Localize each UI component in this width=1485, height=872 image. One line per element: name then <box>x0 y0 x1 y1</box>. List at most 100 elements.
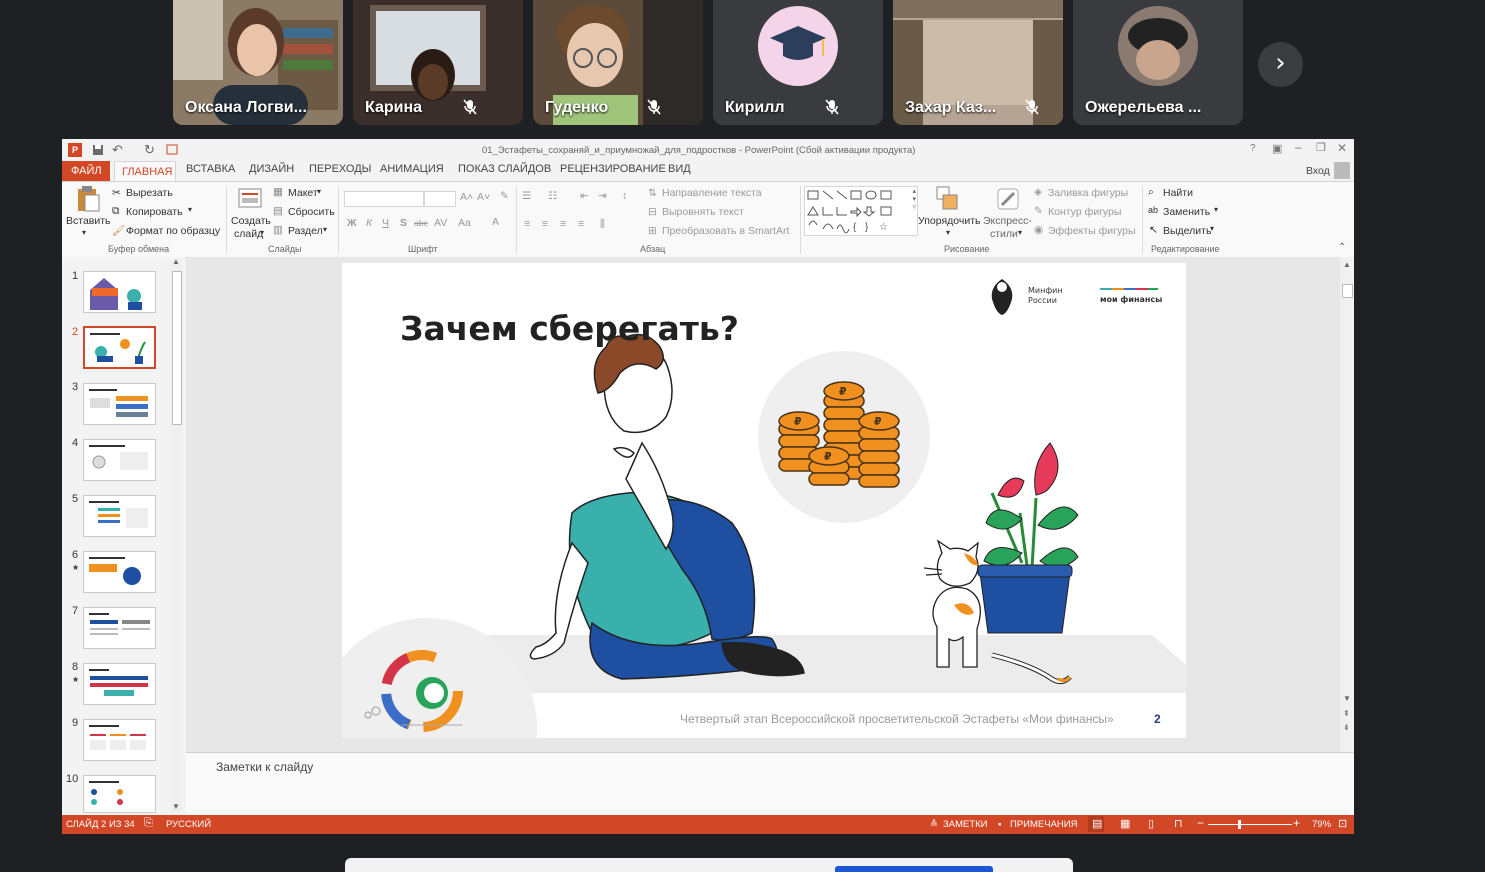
new-slide-button[interactable]: Создать <box>231 215 271 227</box>
section-icon[interactable]: ▥ <box>273 224 283 236</box>
shape-fill-button[interactable]: Заливка фигуры <box>1048 187 1128 199</box>
grow-font-icon[interactable]: A˄ <box>460 191 473 203</box>
next-slide-icon[interactable]: ⇟ <box>1343 723 1350 732</box>
next-participants-button[interactable]: › <box>1258 42 1303 87</box>
find-button[interactable]: Найти <box>1163 187 1193 199</box>
select-icon[interactable]: ↖ <box>1149 224 1158 236</box>
slide-thumbnail-selected[interactable] <box>83 326 156 369</box>
tab-slideshow[interactable]: ПОКАЗ СЛАЙДОВ <box>458 163 551 175</box>
line-spacing-icon[interactable]: ↕ <box>622 190 627 202</box>
slide-sorter-view-icon[interactable]: ▦ <box>1120 817 1130 830</box>
slide-thumbnail[interactable] <box>83 551 156 593</box>
paste-button[interactable]: Вставить <box>66 215 111 227</box>
bullets-icon[interactable]: ☰ <box>522 190 531 202</box>
spellcheck-icon[interactable]: ⎘ <box>144 817 153 830</box>
slide-thumbnail[interactable] <box>83 439 156 481</box>
increase-indent-icon[interactable]: ⇥ <box>598 190 607 202</box>
align-center-icon[interactable]: ≡ <box>542 218 548 230</box>
shape-fill-icon[interactable]: ◈ <box>1034 186 1042 198</box>
slide-thumbnail[interactable] <box>83 607 156 649</box>
select-dropdown-icon[interactable]: ▾ <box>1210 224 1214 233</box>
tab-animation[interactable]: АНИМАЦИЯ <box>380 163 444 175</box>
tab-transitions[interactable]: ПЕРЕХОДЫ <box>309 163 371 175</box>
section-dropdown-icon[interactable]: ▾ <box>323 225 327 234</box>
shape-outline-button[interactable]: Контур фигуры <box>1048 206 1121 218</box>
gallery-scroll-icon[interactable]: ▴ ▾ ▿ <box>912 187 916 211</box>
zoom-in-icon[interactable]: + <box>1293 816 1300 830</box>
clear-format-icon[interactable]: ✎ <box>500 190 509 202</box>
quick-styles-icon[interactable] <box>994 185 1022 213</box>
save-icon[interactable] <box>92 144 104 156</box>
slide-thumbnail[interactable] <box>83 271 156 313</box>
replace-icon[interactable]: ab <box>1148 205 1158 215</box>
text-direction-button[interactable]: Направление текста <box>662 187 762 199</box>
tab-review[interactable]: РЕЦЕНЗИРОВАНИЕ <box>560 163 666 175</box>
bold-button[interactable]: Ж <box>347 217 357 229</box>
shape-effects-icon[interactable]: ◉ <box>1034 224 1043 236</box>
cut-icon[interactable]: ✂ <box>112 187 121 199</box>
quick-styles-button-line2[interactable]: стили <box>990 228 1018 240</box>
text-direction-icon[interactable]: ⇅ <box>648 187 657 199</box>
comments-toggle-button[interactable]: ПРИМЕЧАНИЯ <box>1010 819 1077 830</box>
select-button[interactable]: Выделить <box>1163 225 1211 237</box>
underline-button[interactable]: Ч <box>382 217 389 229</box>
shadow-button[interactable]: S <box>400 217 407 229</box>
comments-toggle-icon[interactable]: ▪ <box>998 819 1001 830</box>
shapes-gallery[interactable]: {} ☆ ▴ ▾ ▿ <box>804 186 918 236</box>
format-painter-button[interactable]: Формат по образцу <box>126 225 220 237</box>
toolbar-active-indicator[interactable] <box>835 866 993 872</box>
participant-tile[interactable]: Карина <box>353 0 523 125</box>
slideshow-start-icon[interactable] <box>166 144 178 156</box>
paste-dropdown-icon[interactable]: ▾ <box>82 228 86 237</box>
slide-thumbnail[interactable] <box>83 719 156 761</box>
notes-toggle-button[interactable]: ЗАМЕТКИ <box>943 819 988 830</box>
quick-styles-button[interactable]: Экспресс- <box>983 215 1032 227</box>
new-slide-icon[interactable] <box>236 186 264 212</box>
scroll-up-icon[interactable]: ▲ <box>172 257 180 266</box>
font-color-button[interactable]: A <box>492 216 499 228</box>
justify-icon[interactable]: ≡ <box>578 218 584 230</box>
participant-tile[interactable]: Захар Каз... <box>893 0 1063 125</box>
help-icon[interactable]: ? <box>1250 143 1256 154</box>
arrange-icon[interactable] <box>935 185 961 213</box>
reset-icon[interactable]: ▤ <box>273 205 283 217</box>
close-icon[interactable]: ✕ <box>1337 141 1347 155</box>
scroll-down-icon[interactable]: ▼ <box>1343 694 1351 703</box>
layout-icon[interactable]: ▦ <box>273 186 283 198</box>
shape-effects-button[interactable]: Эффекты фигуры <box>1048 225 1136 237</box>
zoom-out-icon[interactable]: − <box>1197 816 1204 830</box>
scrollbar-thumb[interactable] <box>172 271 182 425</box>
copy-button[interactable]: Копировать <box>126 206 183 218</box>
char-spacing-button[interactable]: AV <box>434 217 447 229</box>
strikethrough-button[interactable]: abc <box>414 218 428 228</box>
tab-file[interactable]: ФАЙЛ <box>62 161 110 181</box>
replace-button[interactable]: Заменить <box>1163 206 1210 218</box>
redo-icon[interactable]: ↻ <box>144 142 155 158</box>
minimize-icon[interactable]: – <box>1295 140 1302 154</box>
columns-icon[interactable]: ⫼ <box>600 218 605 231</box>
tab-home[interactable]: ГЛАВНАЯ <box>114 161 176 182</box>
shrink-font-icon[interactable]: A˅ <box>477 191 490 203</box>
scroll-up-icon[interactable]: ▲ <box>1343 260 1351 269</box>
align-left-icon[interactable]: ≡ <box>524 218 530 230</box>
notes-pane[interactable]: Заметки к слайду <box>186 752 1354 816</box>
smartart-icon[interactable]: ⊞ <box>648 225 657 237</box>
decrease-indent-icon[interactable]: ⇤ <box>580 190 589 202</box>
zoom-slider[interactable] <box>1208 824 1292 825</box>
copy-dropdown-icon[interactable]: ▾ <box>188 205 192 214</box>
undo-icon[interactable]: ↶ <box>112 142 123 158</box>
language-indicator[interactable]: РУССКИЙ <box>166 819 211 830</box>
zoom-level[interactable]: 79% <box>1312 819 1331 830</box>
new-slide-dropdown-icon[interactable]: ▾ <box>260 228 264 237</box>
fit-to-window-icon[interactable]: ⊡ <box>1338 817 1347 830</box>
participant-tile[interactable]: Гуденко <box>533 0 703 125</box>
arrange-dropdown-icon[interactable]: ▾ <box>946 228 950 237</box>
sign-in-link[interactable]: Вход <box>1306 165 1330 177</box>
notes-placeholder[interactable]: Заметки к слайду <box>216 760 313 774</box>
slideshow-view-icon[interactable]: ⊓ <box>1174 817 1183 830</box>
layout-button[interactable]: Макет <box>288 187 318 199</box>
restore-icon[interactable]: ❐ <box>1316 141 1326 154</box>
notes-toggle-icon[interactable]: ≙ <box>930 819 938 830</box>
slide-canvas[interactable]: ₽ ₽ ₽ ₽ Зачем сберегать? Минфин России м… <box>342 263 1186 738</box>
format-painter-icon[interactable]: 🖌 <box>112 224 125 237</box>
